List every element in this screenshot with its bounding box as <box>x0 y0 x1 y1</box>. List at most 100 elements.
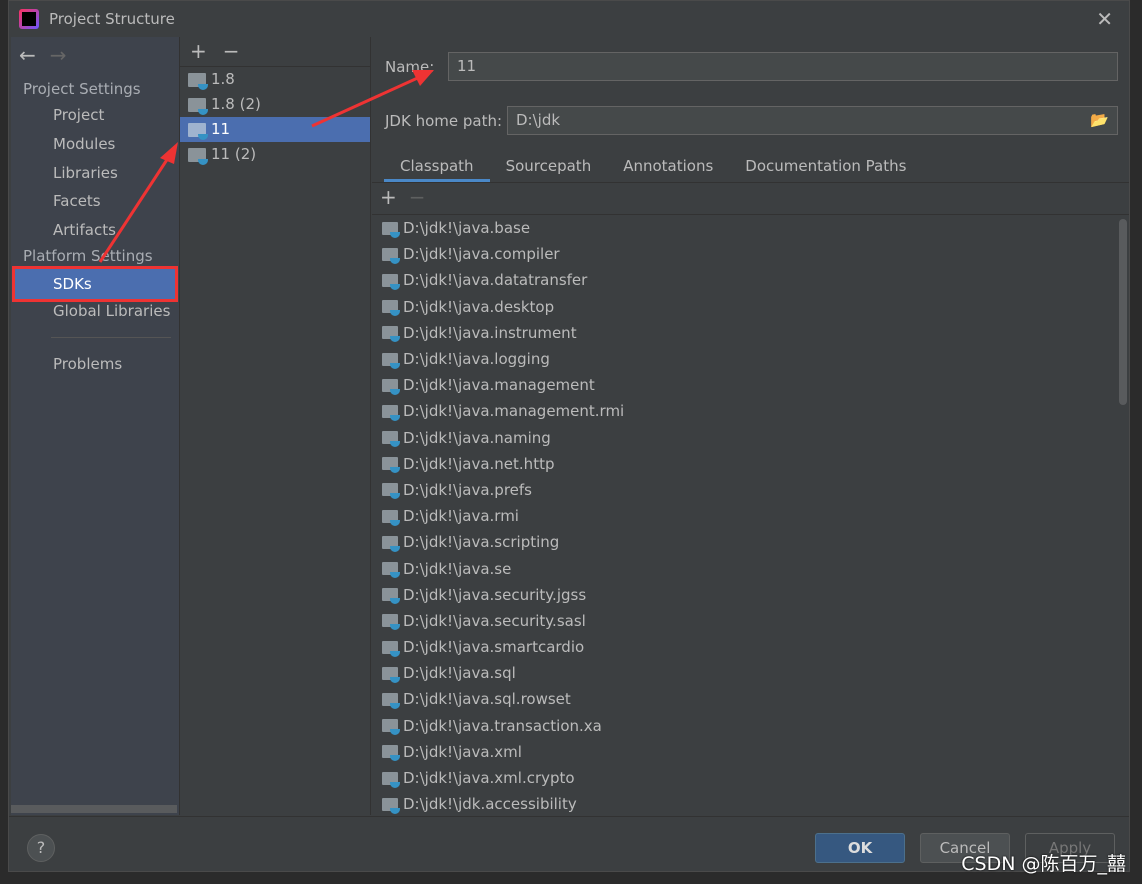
sdk-item[interactable]: 11 (2) <box>180 142 370 167</box>
module-folder-icon <box>382 588 400 605</box>
sidebar-item-problems[interactable]: Problems <box>13 350 177 378</box>
classpath-row[interactable]: D:\jdk!\java.security.sasl <box>372 608 1129 634</box>
tab-annotations[interactable]: Annotations <box>607 151 729 182</box>
classpath-row[interactable]: D:\jdk!\java.smartcardio <box>372 634 1129 660</box>
jdk-folder-icon <box>188 147 208 165</box>
classpath-entry: D:\jdk!\java.instrument <box>403 323 577 342</box>
sidebar-item-modules[interactable]: Modules <box>13 130 177 158</box>
sidebar-item-artifacts[interactable]: Artifacts <box>13 216 177 244</box>
classpath-row[interactable]: D:\jdk!\java.sql.rowset <box>372 686 1129 712</box>
sidebar-item-libraries[interactable]: Libraries <box>13 159 177 187</box>
help-button[interactable]: ? <box>27 834 55 862</box>
classpath-entry: D:\jdk!\java.security.sasl <box>403 611 586 630</box>
jdk-home-value: D:\jdk <box>516 111 561 129</box>
classpath-entry: D:\jdk!\java.smartcardio <box>403 638 585 657</box>
classpath-row[interactable]: D:\jdk!\java.security.jgss <box>372 582 1129 608</box>
module-folder-icon <box>382 640 400 657</box>
module-folder-icon <box>382 247 400 264</box>
classpath-row[interactable]: D:\jdk!\java.transaction.xa <box>372 713 1129 739</box>
title-bar: Project Structure ✕ <box>9 1 1129 37</box>
forward-arrow-icon[interactable]: → <box>50 43 67 67</box>
classpath-row[interactable]: D:\jdk!\java.se <box>372 555 1129 581</box>
module-folder-icon <box>382 719 400 736</box>
sdk-label: 11 (2) <box>211 145 257 163</box>
sdk-list-panel: + − 1.8 1.8 (2) 11 11 (2) <box>179 37 371 815</box>
add-sdk-icon[interactable]: + <box>190 39 207 63</box>
sdk-item[interactable]: 1.8 <box>180 67 370 92</box>
jdk-folder-icon <box>188 122 208 140</box>
module-folder-icon <box>382 483 400 500</box>
classpath-row[interactable]: D:\jdk!\java.compiler <box>372 241 1129 267</box>
sidebar: ← → Project Settings Project Modules Libr… <box>11 37 179 815</box>
classpath-entry: D:\jdk!\java.desktop <box>403 297 555 316</box>
sidebar-item-facets[interactable]: Facets <box>13 187 177 215</box>
classpath-row[interactable]: D:\jdk!\java.net.http <box>372 451 1129 477</box>
classpath-entry: D:\jdk!\java.datatransfer <box>403 271 588 290</box>
browse-folder-icon[interactable]: 📂 <box>1090 107 1109 134</box>
classpath-entry: D:\jdk!\jdk.accessibility <box>403 795 577 814</box>
module-folder-icon <box>382 692 400 709</box>
horizontal-scrollbar[interactable] <box>11 805 177 813</box>
classpath-row[interactable]: D:\jdk!\java.naming <box>372 425 1129 451</box>
classpath-row[interactable]: D:\jdk!\jdk.accessibility <box>372 791 1129 815</box>
classpath-row[interactable]: D:\jdk!\java.scripting <box>372 529 1129 555</box>
module-folder-icon <box>382 797 400 814</box>
jdk-folder-icon <box>188 97 208 115</box>
classpath-row[interactable]: D:\jdk!\java.logging <box>372 346 1129 372</box>
classpath-row[interactable]: D:\jdk!\java.base <box>372 215 1129 241</box>
jdk-home-label: JDK home path: <box>385 112 503 130</box>
classpath-entry: D:\jdk!\java.scripting <box>403 533 560 552</box>
vertical-scrollbar[interactable] <box>1119 219 1127 405</box>
classpath-entry: D:\jdk!\java.logging <box>403 350 550 369</box>
classpath-entry: D:\jdk!\java.transaction.xa <box>403 716 602 735</box>
classpath-list[interactable]: D:\jdk!\java.base D:\jdk!\java.compiler D:… <box>372 214 1129 815</box>
classpath-entry: D:\jdk!\java.naming <box>403 428 551 447</box>
module-folder-icon <box>382 666 400 683</box>
intellij-logo-icon <box>19 9 39 29</box>
platform-settings-heading: Platform Settings <box>23 247 153 265</box>
remove-sdk-icon[interactable]: − <box>223 39 240 63</box>
classpath-row[interactable]: D:\jdk!\java.xml <box>372 739 1129 765</box>
sdk-label: 1.8 (2) <box>211 95 261 113</box>
classpath-row[interactable]: D:\jdk!\java.management <box>372 372 1129 398</box>
tab-sourcepath[interactable]: Sourcepath <box>490 151 608 182</box>
add-path-icon[interactable]: + <box>380 185 397 209</box>
classpath-entry: D:\jdk!\java.net.http <box>403 454 555 473</box>
module-folder-icon <box>382 614 400 631</box>
name-label: Name: <box>385 58 435 76</box>
module-folder-icon <box>382 273 400 290</box>
name-input[interactable]: 11 <box>448 52 1118 81</box>
module-folder-icon <box>382 352 400 369</box>
remove-path-icon[interactable]: − <box>409 185 426 209</box>
close-icon[interactable]: ✕ <box>1096 7 1113 31</box>
classpath-row[interactable]: D:\jdk!\java.sql <box>372 660 1129 686</box>
project-structure-dialog: Project Structure ✕ ← → Project Settings … <box>8 0 1130 872</box>
sdk-label: 1.8 <box>211 70 235 88</box>
classpath-row[interactable]: D:\jdk!\java.management.rmi <box>372 398 1129 424</box>
back-arrow-icon[interactable]: ← <box>19 43 36 67</box>
classpath-row[interactable]: D:\jdk!\java.rmi <box>372 503 1129 529</box>
module-folder-icon <box>382 326 400 343</box>
tab-documentation-paths[interactable]: Documentation Paths <box>729 151 922 182</box>
classpath-entry: D:\jdk!\java.sql.rowset <box>403 690 571 709</box>
classpath-entry: D:\jdk!\java.compiler <box>403 245 560 264</box>
classpath-entry: D:\jdk!\java.security.jgss <box>403 585 587 604</box>
classpath-row[interactable]: D:\jdk!\java.datatransfer <box>372 267 1129 293</box>
classpath-row[interactable]: D:\jdk!\java.desktop <box>372 294 1129 320</box>
sdk-label: 11 <box>211 120 231 138</box>
classpath-entry: D:\jdk!\java.xml <box>403 742 522 761</box>
classpath-row[interactable]: D:\jdk!\java.xml.crypto <box>372 765 1129 791</box>
module-folder-icon <box>382 457 400 474</box>
classpath-row[interactable]: D:\jdk!\java.instrument <box>372 320 1129 346</box>
sidebar-item-sdks[interactable]: SDKs <box>12 266 178 302</box>
classpath-entry: D:\jdk!\java.prefs <box>403 480 532 499</box>
classpath-entry: D:\jdk!\java.sql <box>403 664 516 683</box>
sidebar-item-global-libraries[interactable]: Global Libraries <box>13 297 177 325</box>
sdk-item-selected[interactable]: 11 <box>180 117 370 142</box>
sdk-item[interactable]: 1.8 (2) <box>180 92 370 117</box>
tab-classpath[interactable]: Classpath <box>384 151 490 182</box>
ok-button[interactable]: OK <box>815 833 905 863</box>
classpath-row[interactable]: D:\jdk!\java.prefs <box>372 477 1129 503</box>
sidebar-item-project[interactable]: Project <box>13 101 177 129</box>
jdk-home-input[interactable]: D:\jdk 📂 <box>507 106 1118 135</box>
